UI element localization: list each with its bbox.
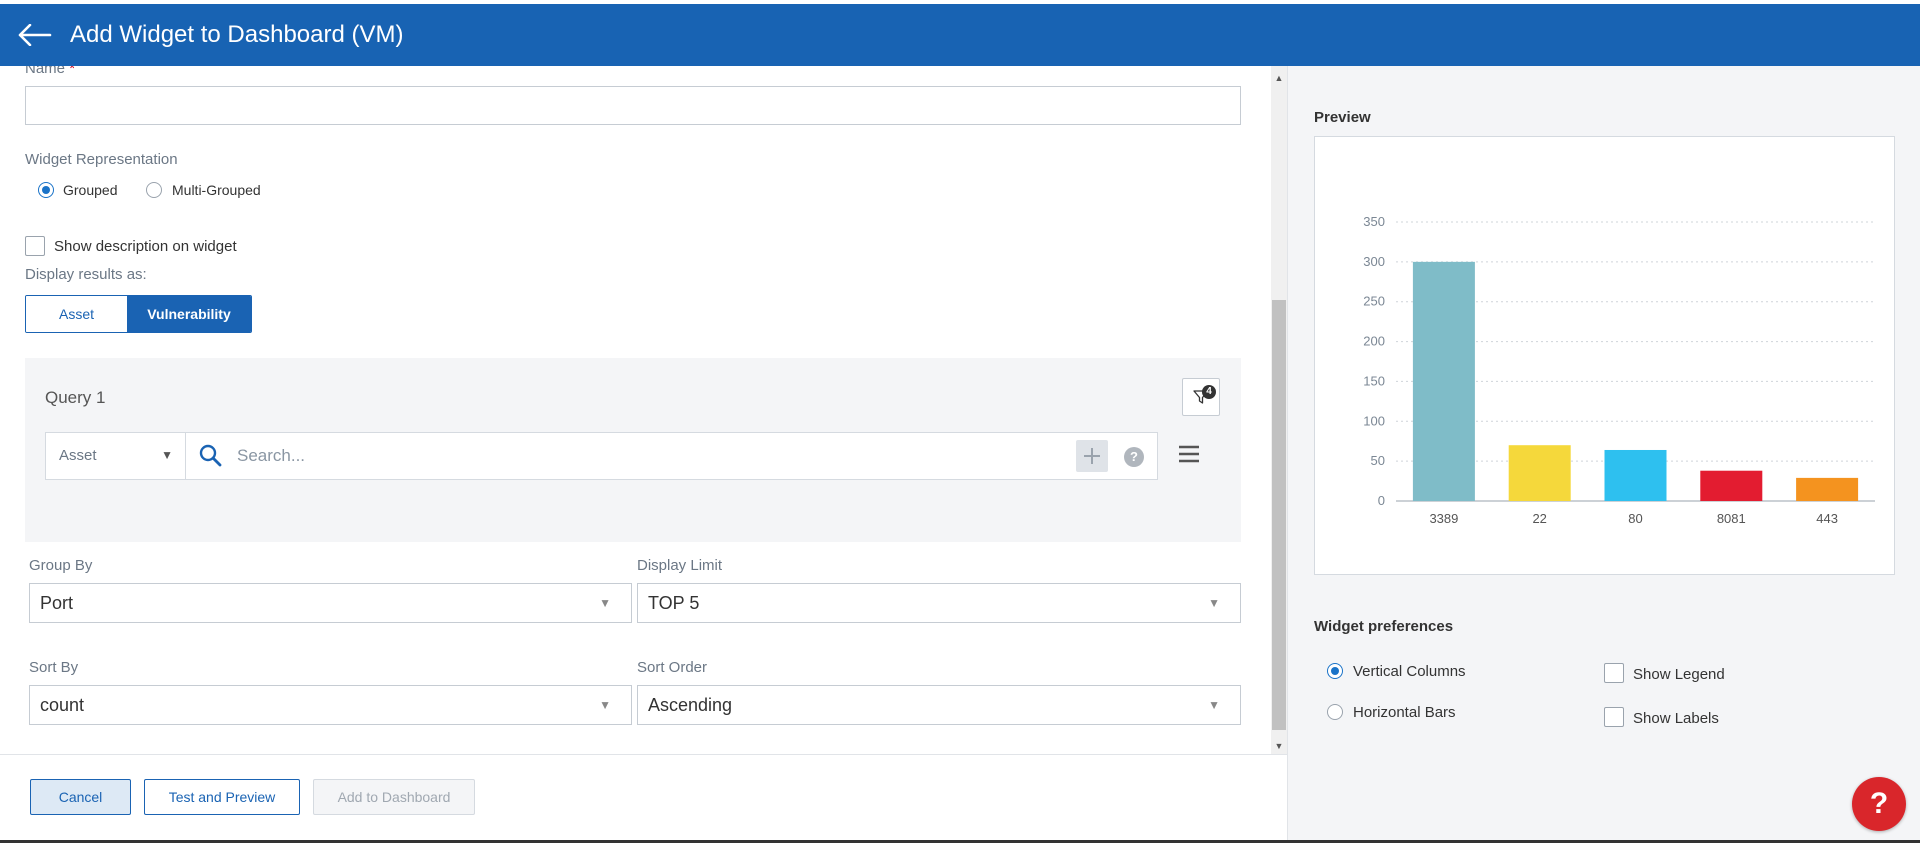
y-tick-label: 250 bbox=[1363, 294, 1385, 309]
show-description-label: Show description on widget bbox=[54, 238, 237, 255]
radio-multi-grouped-label: Multi-Grouped bbox=[172, 182, 261, 198]
x-tick-label: 8081 bbox=[1717, 511, 1746, 526]
query-panel: Query 1 4 Asset ▼ Search... ? bbox=[25, 358, 1241, 542]
caret-down-icon: ▼ bbox=[599, 698, 611, 712]
sort-order-select[interactable]: Ascending ▼ bbox=[637, 685, 1241, 725]
arrow-left-icon bbox=[18, 24, 52, 46]
radio-vertical-columns[interactable] bbox=[1327, 663, 1343, 679]
search-icon bbox=[198, 443, 224, 474]
y-tick-label: 100 bbox=[1363, 413, 1385, 428]
display-results-label: Display results as: bbox=[25, 266, 147, 283]
radio-horizontal-bars[interactable] bbox=[1327, 704, 1343, 720]
representation-label: Widget Representation bbox=[25, 151, 178, 168]
sort-by-label: Sort By bbox=[29, 659, 79, 676]
bar bbox=[1700, 470, 1763, 501]
scroll-up-arrow-icon[interactable]: ▲ bbox=[1271, 70, 1287, 86]
widget-preferences-title: Widget preferences bbox=[1314, 618, 1454, 635]
show-legend-label: Show Legend bbox=[1633, 666, 1725, 683]
y-tick-label: 0 bbox=[1378, 493, 1385, 508]
caret-down-icon: ▼ bbox=[1208, 596, 1220, 610]
form-footer: Cancel Test and Preview Add to Dashboard bbox=[0, 754, 1287, 843]
x-tick-label: 80 bbox=[1628, 511, 1642, 526]
bar bbox=[1796, 477, 1859, 501]
preview-title: Preview bbox=[1314, 109, 1371, 126]
horizontal-bars-label: Horizontal Bars bbox=[1353, 704, 1456, 721]
scroll-down-arrow-icon[interactable]: ▼ bbox=[1271, 738, 1287, 754]
y-tick-label: 300 bbox=[1363, 254, 1385, 269]
radio-grouped-label: Grouped bbox=[63, 182, 118, 198]
help-button[interactable]: ? bbox=[1852, 777, 1906, 831]
bar bbox=[1412, 261, 1475, 501]
show-labels-label: Show Labels bbox=[1633, 710, 1719, 727]
widget-form: Name * Widget Representation Grouped Mul… bbox=[0, 66, 1271, 754]
display-vulnerability-button[interactable]: Vulnerability bbox=[127, 296, 251, 332]
caret-down-icon: ▼ bbox=[1208, 698, 1220, 712]
plus-icon bbox=[1084, 448, 1100, 464]
display-limit-label: Display Limit bbox=[637, 557, 723, 574]
query-bar: Asset ▼ Search... ? bbox=[45, 432, 1158, 480]
form-scrollbar[interactable]: ▲ ▼ bbox=[1271, 66, 1287, 754]
group-by-select[interactable]: Port ▼ bbox=[29, 583, 632, 623]
preview-bar-chart: 0 50 100 150 200 250 300 350 3389 22 80 8081 443 bbox=[1363, 214, 1875, 526]
hamburger-menu-icon[interactable] bbox=[1178, 444, 1200, 469]
test-and-preview-button[interactable]: Test and Preview bbox=[144, 779, 300, 815]
cancel-button[interactable]: Cancel bbox=[30, 779, 131, 815]
filter-button[interactable]: 4 bbox=[1182, 378, 1220, 416]
y-tick-label: 200 bbox=[1363, 334, 1385, 349]
back-button[interactable] bbox=[0, 4, 70, 66]
filter-count-badge: 4 bbox=[1202, 385, 1216, 399]
name-label: Name * bbox=[25, 66, 76, 77]
sort-by-select[interactable]: count ▼ bbox=[29, 685, 632, 725]
query-title: Query 1 bbox=[45, 388, 106, 407]
x-tick-label: 3389 bbox=[1429, 511, 1458, 526]
x-tick-label: 443 bbox=[1816, 511, 1838, 526]
display-limit-select[interactable]: TOP 5 ▼ bbox=[637, 583, 1241, 623]
show-labels-checkbox[interactable] bbox=[1604, 707, 1624, 727]
y-tick-label: 50 bbox=[1371, 453, 1385, 468]
y-tick-label: 150 bbox=[1363, 373, 1385, 388]
bar bbox=[1508, 445, 1571, 501]
help-icon[interactable]: ? bbox=[1124, 447, 1144, 467]
group-by-label: Group By bbox=[29, 557, 93, 574]
display-results-toggle: Asset Vulnerability bbox=[25, 295, 252, 333]
preview-chart-box: 0 50 100 150 200 250 300 350 3389 22 80 8081 443 bbox=[1314, 136, 1895, 575]
caret-down-icon: ▼ bbox=[599, 596, 611, 610]
vertical-columns-label: Vertical Columns bbox=[1353, 663, 1466, 680]
show-legend-checkbox[interactable] bbox=[1604, 663, 1624, 683]
preview-pane: Preview 0 50 100 150 200 250 300 350 3389 22 80 808… bbox=[1287, 66, 1920, 843]
query-type-select[interactable]: Asset ▼ bbox=[46, 433, 186, 479]
y-tick-label: 350 bbox=[1363, 214, 1385, 229]
show-description-checkbox[interactable] bbox=[25, 236, 45, 256]
sort-order-label: Sort Order bbox=[637, 659, 708, 676]
radio-multi-grouped[interactable] bbox=[146, 182, 162, 198]
scrollbar-thumb[interactable] bbox=[1272, 300, 1286, 730]
x-tick-label: 22 bbox=[1532, 511, 1546, 526]
add-to-dashboard-button[interactable]: Add to Dashboard bbox=[313, 779, 475, 815]
page-header: Add Widget to Dashboard (VM) bbox=[0, 4, 1920, 66]
name-input[interactable] bbox=[25, 86, 1241, 125]
radio-grouped[interactable] bbox=[38, 182, 54, 198]
caret-down-icon: ▼ bbox=[161, 448, 173, 462]
display-asset-button[interactable]: Asset bbox=[26, 296, 127, 332]
query-search-input[interactable]: Search... bbox=[237, 446, 305, 466]
bar bbox=[1604, 449, 1667, 501]
add-query-button[interactable] bbox=[1076, 440, 1108, 472]
page-title: Add Widget to Dashboard (VM) bbox=[70, 21, 404, 48]
